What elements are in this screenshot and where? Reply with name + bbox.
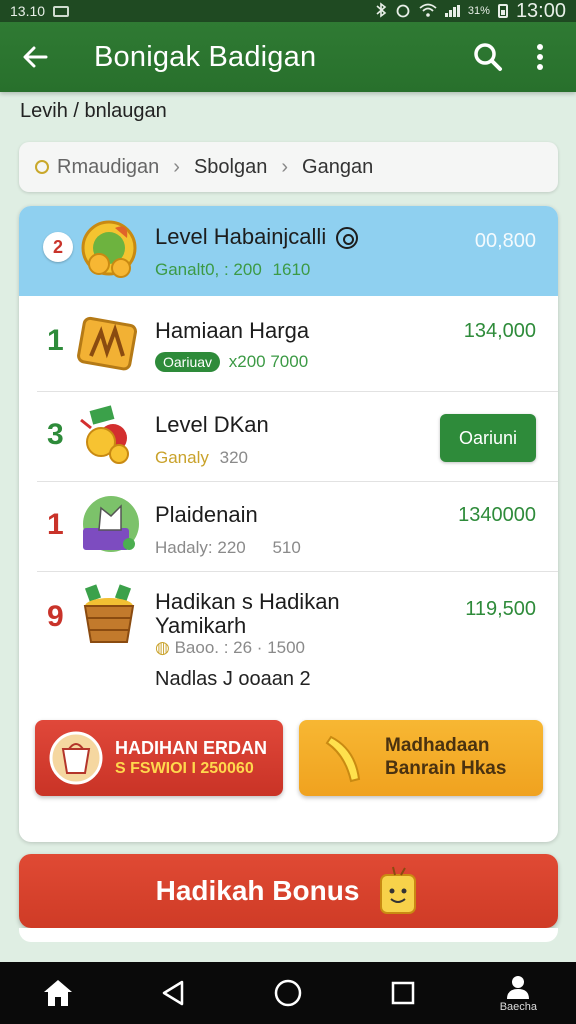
list-item[interactable]: 1 Hamiaan Harga Oariuav x200 7000 134,00… <box>19 296 558 392</box>
promo-button-left[interactable]: HADIHAN ERDAN S FSWIOI I 250060 <box>35 720 283 796</box>
row-title: Level DKan <box>155 412 269 437</box>
row-title: Plaidenain <box>155 502 258 527</box>
row-subtitle: ◍ Baoo. : 26 · 1500 <box>155 638 306 657</box>
row-subtitle: Ganalt0, : 200 1610 <box>155 260 311 279</box>
row-value: 00,800 <box>474 230 536 252</box>
breadcrumb-item[interactable]: Sbolgan <box>194 156 267 179</box>
home-icon <box>43 980 72 1006</box>
row-subtitle: Oariuav x200 7000 <box>155 352 308 372</box>
back-triangle-icon <box>162 980 184 1006</box>
chevron-right-icon: › <box>173 155 180 178</box>
breadcrumb: Rmaudigan › Sbolgan › Gangan <box>19 142 558 192</box>
banana-icon <box>325 735 361 783</box>
app-bar: Bonigak Badigan <box>0 22 576 92</box>
navigation-bar: Baecha <box>0 962 576 1024</box>
rank-number: 1 <box>47 324 64 357</box>
bonus-mascot-icon <box>380 866 417 914</box>
money-coins-icon <box>80 405 129 464</box>
image-notification-icon <box>53 5 70 17</box>
claim-button[interactable]: Oariuni <box>440 414 536 462</box>
list-item[interactable]: 9 Hadikan s Hadikan Yamikarh ◍ Baoo. : 2… <box>19 572 558 722</box>
promo-left-text: HADIHAN ERDAN S FSWIOI I 250060 <box>115 737 267 778</box>
battery-percent: 31% <box>467 5 490 17</box>
profile-icon <box>507 975 530 999</box>
nav-home[interactable] <box>28 962 88 1024</box>
row-value: 134,000 <box>463 320 536 342</box>
more-vertical-icon <box>537 44 543 70</box>
row-value: 1340000 <box>458 504 536 526</box>
rank-number: 3 <box>47 418 64 451</box>
status-time: 13:00 <box>515 0 566 22</box>
row-title: Level Habainjcalli <box>155 224 359 250</box>
back-arrow-icon <box>23 46 48 68</box>
bluetooth-icon <box>375 1 387 21</box>
ranking-card: 2 Level Habainjcalli Ganalt0, : 200 1610… <box>19 206 558 842</box>
nav-profile[interactable]: Baecha <box>488 962 548 1024</box>
coin-pouch-icon <box>81 220 137 278</box>
bonus-button[interactable]: Hadikah Bonus <box>19 854 558 928</box>
breadcrumb-item[interactable]: Gangan <box>302 156 373 179</box>
section-subtitle: Levih / bnlaugan <box>20 100 167 122</box>
square-recents-icon <box>391 981 415 1005</box>
back-button[interactable] <box>0 22 70 92</box>
list-item[interactable]: 1 Plaidenain Hadaly: 220 510 1340000 <box>19 482 558 572</box>
circle-icon <box>35 160 49 174</box>
alarm-icon <box>395 2 411 21</box>
status-bar: 13.10 31% 13:00 <box>0 0 576 22</box>
gift-character-icon <box>83 496 139 552</box>
shopping-bag-icon <box>49 731 103 785</box>
page-title: Bonigak Badigan <box>94 40 317 73</box>
nav-recents[interactable] <box>373 962 433 1024</box>
row-subtitle: Hadaly: 220 510 <box>155 538 301 557</box>
search-icon <box>474 43 502 71</box>
rank-number: 1 <box>47 508 64 541</box>
treasure-chest-icon <box>77 316 138 371</box>
search-button[interactable] <box>462 22 514 92</box>
rank-badge: 2 <box>43 232 73 262</box>
row-subtitle: Ganaly 320 <box>155 448 248 467</box>
circle-home-icon <box>274 979 302 1007</box>
rank-number: 9 <box>47 600 64 633</box>
nav-back[interactable] <box>143 962 203 1024</box>
info-icon[interactable] <box>336 227 359 250</box>
status-time-left: 13.10 <box>10 3 46 19</box>
bonus-button-label: Hadikah Bonus <box>155 875 360 906</box>
list-header-row[interactable]: 2 Level Habainjcalli Ganalt0, : 200 1610… <box>19 206 558 296</box>
promo-right-text: Madhadaan Banrain Hkas <box>385 735 507 779</box>
coin-icon: ◍ <box>155 638 170 657</box>
list-item[interactable]: 3 Level DKan Ganaly 320 Oariuni <box>19 392 558 482</box>
row-title: Hamiaan Harga <box>155 318 310 343</box>
battery-icon <box>497 4 508 18</box>
chevron-right-icon: › <box>281 155 289 178</box>
bottom-card-edge <box>19 928 558 942</box>
promo-button-right[interactable]: Madhadaan Banrain Hkas <box>299 720 543 796</box>
wifi-icon <box>419 3 437 20</box>
coin-basket-icon <box>83 584 135 643</box>
row-value: 119,500 <box>465 598 536 620</box>
signal-icon <box>444 5 460 17</box>
breadcrumb-item[interactable]: Rmaudigan <box>57 156 159 179</box>
nav-home-circle[interactable] <box>258 962 318 1024</box>
row-title: Hadikan s Hadikan Yamikarh <box>155 589 340 639</box>
nav-profile-label: Baecha <box>499 1000 537 1013</box>
status-badge: Oariuav <box>155 352 221 372</box>
more-options-button[interactable] <box>514 22 566 92</box>
footnote-text: Nadlas J ooaan 2 <box>155 668 311 690</box>
